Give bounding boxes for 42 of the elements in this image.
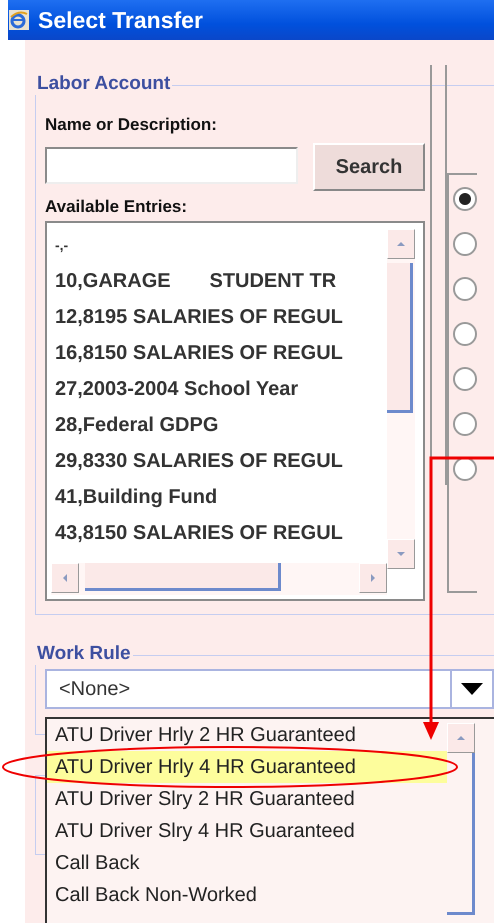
group-label: Labor Account xyxy=(35,73,172,95)
radio-button[interactable] xyxy=(453,232,477,256)
radio-button[interactable] xyxy=(453,277,477,301)
dropdown-value: <None> xyxy=(47,671,452,707)
dropdown-option[interactable]: ATU Driver Slry 4 HR Guaranteed xyxy=(47,815,447,847)
list-item[interactable]: 29,8330 SALARIES OF REGUL xyxy=(55,443,377,479)
caret-icon xyxy=(460,682,484,696)
radio-button[interactable] xyxy=(453,367,477,391)
field-label: Available Entries: xyxy=(45,197,188,217)
dropdown-option[interactable]: ATU Driver Hrly 4 HR Guaranteed xyxy=(47,751,447,783)
search-button[interactable]: Search xyxy=(313,143,425,191)
work-rule-dropdown[interactable]: <None> xyxy=(45,669,494,709)
group-label: Work Rule xyxy=(35,643,133,665)
entries-list[interactable]: -,- 10,GARAGE STUDENT TR 12,8195 SALARIES OF REGUL 16,8150 SALARIES OF REGUL 27,2003-2004 School Year 28,Federal GDPG 29,8330 SALARIES OF REGUL 41,Building Fund 43,8150 SALARIES OF REGUL xyxy=(45,221,425,601)
radio-button[interactable] xyxy=(453,412,477,436)
down-arrow-icon xyxy=(395,549,407,559)
list-item[interactable]: 41,Building Fund xyxy=(55,479,377,515)
name-input-field[interactable] xyxy=(45,147,298,184)
up-arrow-icon xyxy=(455,733,467,743)
window-title: Select Transfer xyxy=(38,6,203,35)
list-item[interactable]: 43,8150 SALARIES OF REGUL xyxy=(55,515,377,551)
dropdown-option[interactable]: Call Back Non-Worked xyxy=(47,879,447,911)
list-item[interactable]: 28,Federal GDPG xyxy=(55,407,377,443)
radio-button[interactable] xyxy=(453,187,477,211)
dropdown-option[interactable]: Call Back xyxy=(47,847,447,879)
dropdown-option[interactable]: ATU Driver Hrly 2 HR Guaranteed xyxy=(47,719,447,751)
scrollbar-thumb[interactable] xyxy=(387,263,413,413)
splitter-bar[interactable] xyxy=(430,65,447,485)
list-item[interactable]: 27,2003-2004 School Year xyxy=(55,371,377,407)
dropdown-option[interactable]: ATU Driver Slry 2 HR Guaranteed xyxy=(47,783,447,815)
list-item[interactable]: -,- xyxy=(55,227,377,263)
radio-button[interactable] xyxy=(453,322,477,346)
up-arrow-icon xyxy=(395,239,407,249)
vertical-scrollbar[interactable] xyxy=(387,229,415,569)
list-item[interactable]: 16,8150 SALARIES OF REGUL xyxy=(55,335,377,371)
list-item[interactable]: 10,GARAGE STUDENT TR xyxy=(55,263,377,299)
browser-icon xyxy=(8,8,30,31)
list-item[interactable]: 12,8195 SALARIES OF REGUL xyxy=(55,299,377,335)
scrollbar-thumb[interactable] xyxy=(85,563,281,591)
field-label: Name or Description: xyxy=(45,115,218,135)
vertical-scrollbar[interactable] xyxy=(447,723,475,915)
horizontal-scrollbar[interactable] xyxy=(51,563,387,595)
